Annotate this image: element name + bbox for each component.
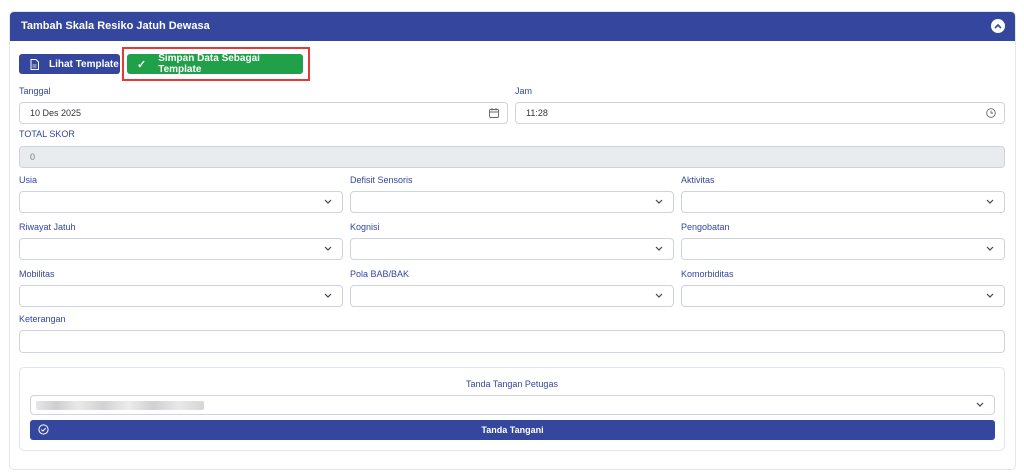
chevron-down-icon — [324, 246, 332, 251]
chevron-down-icon — [655, 199, 663, 204]
defisit-label: Defisit Sensoris — [350, 175, 413, 185]
mobilitas-select[interactable] — [19, 285, 343, 307]
mobilitas-label: Mobilitas — [19, 269, 55, 279]
card-header: Tambah Skala Resiko Jatuh Dewasa — [10, 12, 1015, 41]
collapse-button[interactable] — [991, 19, 1005, 33]
keterangan-input[interactable] — [19, 330, 1005, 353]
highlight-box — [122, 47, 310, 81]
riwayat-select[interactable] — [19, 238, 343, 260]
chevron-down-icon — [324, 293, 332, 298]
jam-label: Jam — [515, 86, 533, 96]
tanggal-label: Tanggal — [19, 86, 51, 96]
tanda-tangani-button[interactable]: Tanda Tangani — [30, 420, 995, 440]
pola-select[interactable] — [350, 285, 674, 307]
jam-input[interactable]: 11:28 — [515, 102, 1005, 124]
tanggal-value: 10 Des 2025 — [30, 108, 82, 118]
keterangan-label: Keterangan — [19, 314, 66, 324]
redacted-value — [36, 401, 204, 410]
pola-label: Pola BAB/BAK — [350, 269, 410, 279]
chevron-down-icon — [986, 293, 994, 298]
tanda-tangani-label: Tanda Tangani — [481, 425, 544, 435]
chevron-down-icon — [986, 246, 994, 251]
lihat-template-button[interactable]: Lihat Template — [19, 54, 120, 74]
check-circle-icon — [38, 424, 49, 435]
total-skor-label: TOTAL SKOR — [19, 129, 75, 139]
komorbiditas-label: Komorbiditas — [681, 269, 734, 279]
document-icon — [30, 58, 39, 70]
defisit-select[interactable] — [350, 191, 674, 213]
total-skor-field: 0 — [19, 146, 1005, 168]
tanggal-input[interactable]: 10 Des 2025 — [19, 102, 508, 124]
komorbiditas-select[interactable] — [681, 285, 1005, 307]
chevron-down-icon — [324, 199, 332, 204]
pengobatan-select[interactable] — [681, 238, 1005, 260]
chevron-down-icon — [655, 246, 663, 251]
lihat-template-label: Lihat Template — [49, 58, 119, 70]
chevron-down-icon — [976, 402, 984, 407]
kognisi-select[interactable] — [350, 238, 674, 260]
total-skor-value: 0 — [30, 152, 36, 162]
petugas-select[interactable] — [30, 395, 995, 415]
jam-value: 11:28 — [526, 108, 548, 118]
clock-icon[interactable] — [986, 108, 996, 118]
chevron-down-icon — [986, 199, 994, 204]
usia-select[interactable] — [19, 191, 343, 213]
card-title: Tambah Skala Resiko Jatuh Dewasa — [21, 20, 210, 32]
aktivitas-label: Aktivitas — [681, 175, 715, 185]
signature-panel: Tanda Tangan Petugas Tanda Tangani — [19, 367, 1005, 451]
kognisi-label: Kognisi — [350, 222, 380, 232]
chevron-down-icon — [655, 293, 663, 298]
calendar-icon[interactable] — [489, 108, 499, 118]
signature-title: Tanda Tangan Petugas — [466, 379, 558, 389]
usia-label: Usia — [19, 175, 38, 185]
pengobatan-label: Pengobatan — [681, 222, 730, 232]
aktivitas-select[interactable] — [681, 191, 1005, 213]
riwayat-label: Riwayat Jatuh — [19, 222, 76, 232]
chevron-up-icon — [994, 23, 1002, 29]
